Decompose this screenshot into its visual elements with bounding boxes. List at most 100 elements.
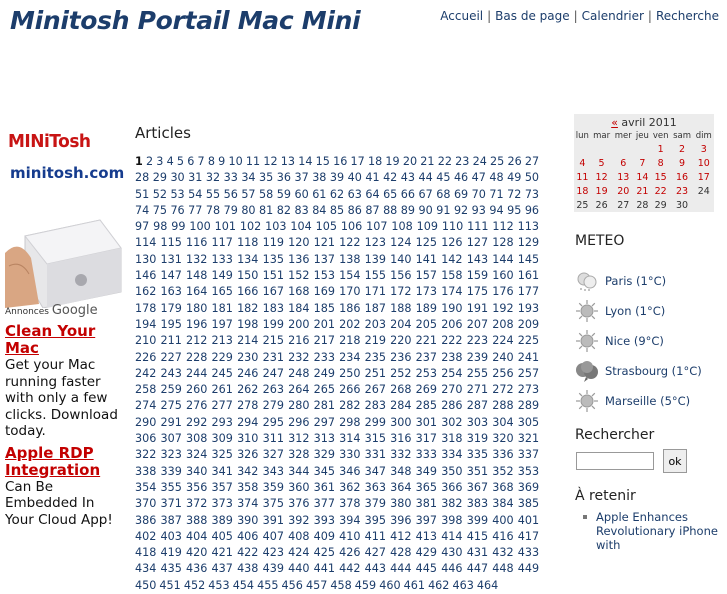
- page-link[interactable]: 83: [294, 204, 308, 217]
- page-link[interactable]: 232: [288, 351, 309, 364]
- page-link[interactable]: 84: [312, 204, 326, 217]
- page-link[interactable]: 450: [135, 579, 156, 592]
- page-link[interactable]: 69: [454, 188, 468, 201]
- page-link[interactable]: 419: [161, 546, 182, 559]
- page-link[interactable]: 445: [416, 562, 437, 575]
- page-link[interactable]: 369: [518, 481, 539, 494]
- meteo-item[interactable]: Nice (9°C): [575, 326, 725, 356]
- page-link[interactable]: 2: [146, 155, 153, 168]
- page-link[interactable]: 238: [441, 351, 462, 364]
- page-link[interactable]: 88: [383, 204, 397, 217]
- page-link[interactable]: 327: [263, 448, 284, 461]
- page-link[interactable]: 456: [282, 579, 303, 592]
- page-link[interactable]: 71: [489, 188, 503, 201]
- page-link[interactable]: 437: [212, 562, 233, 575]
- page-link[interactable]: 301: [416, 416, 437, 429]
- page-link[interactable]: 410: [339, 530, 360, 543]
- page-link[interactable]: 324: [186, 448, 207, 461]
- page-link[interactable]: 265: [314, 383, 335, 396]
- page-link[interactable]: 190: [441, 302, 462, 315]
- page-link[interactable]: 329: [314, 448, 335, 461]
- page-link[interactable]: 111: [467, 220, 488, 233]
- page-link[interactable]: 203: [365, 318, 386, 331]
- page-link[interactable]: 397: [416, 514, 437, 527]
- page-link[interactable]: 35: [259, 171, 273, 184]
- page-link[interactable]: 242: [135, 367, 156, 380]
- calendar-day[interactable]: 18: [574, 184, 591, 198]
- calendar-day[interactable]: 7: [634, 156, 651, 170]
- ads-label[interactable]: Annonces Google: [5, 303, 123, 318]
- page-link[interactable]: 34: [241, 171, 255, 184]
- page-link[interactable]: 333: [416, 448, 437, 461]
- page-link[interactable]: 60: [294, 188, 308, 201]
- page-link[interactable]: 78: [206, 204, 220, 217]
- page-link[interactable]: 223: [467, 334, 488, 347]
- page-link[interactable]: 119: [263, 236, 284, 249]
- page-link[interactable]: 42: [383, 171, 397, 184]
- page-link[interactable]: 276: [186, 399, 207, 412]
- page-link[interactable]: 40: [348, 171, 362, 184]
- page-link[interactable]: 335: [467, 448, 488, 461]
- page-link[interactable]: 244: [186, 367, 207, 380]
- page-link[interactable]: 208: [492, 318, 513, 331]
- page-link[interactable]: 338: [135, 465, 156, 478]
- page-link[interactable]: 373: [212, 497, 233, 510]
- page-link[interactable]: 50: [525, 171, 539, 184]
- page-link[interactable]: 350: [441, 465, 462, 478]
- page-link[interactable]: 368: [492, 481, 513, 494]
- page-link[interactable]: 184: [288, 302, 309, 315]
- calendar-day[interactable]: 19: [591, 184, 613, 198]
- page-link[interactable]: 76: [170, 204, 184, 217]
- page-link[interactable]: 120: [288, 236, 309, 249]
- page-link[interactable]: 307: [161, 432, 182, 445]
- page-link[interactable]: 23: [455, 155, 469, 168]
- page-link[interactable]: 330: [339, 448, 360, 461]
- page-link[interactable]: 340: [186, 465, 207, 478]
- page-link[interactable]: 266: [339, 383, 360, 396]
- page-link[interactable]: 282: [339, 399, 360, 412]
- page-link[interactable]: 390: [237, 514, 258, 527]
- calendar-day[interactable]: 17: [694, 170, 715, 184]
- page-link[interactable]: 206: [441, 318, 462, 331]
- page-link[interactable]: 179: [161, 302, 182, 315]
- page-link[interactable]: 67: [419, 188, 433, 201]
- page-link[interactable]: 436: [186, 562, 207, 575]
- page-link[interactable]: 31: [188, 171, 202, 184]
- page-link[interactable]: 287: [467, 399, 488, 412]
- page-link[interactable]: 258: [135, 383, 156, 396]
- page-link[interactable]: 370: [135, 497, 156, 510]
- page-link[interactable]: 169: [314, 285, 335, 298]
- page-link[interactable]: 122: [339, 236, 360, 249]
- page-link[interactable]: 290: [135, 416, 156, 429]
- meteo-item[interactable]: Strasbourg (1°C): [575, 356, 725, 386]
- page-link[interactable]: 354: [135, 481, 156, 494]
- page-link[interactable]: 212: [186, 334, 207, 347]
- page-link[interactable]: 420: [186, 546, 207, 559]
- page-link[interactable]: 361: [314, 481, 335, 494]
- page-link[interactable]: 143: [467, 253, 488, 266]
- page-link[interactable]: 57: [241, 188, 255, 201]
- page-link[interactable]: 275: [161, 399, 182, 412]
- page-link[interactable]: 158: [441, 269, 462, 282]
- page-link[interactable]: 394: [339, 514, 360, 527]
- page-link[interactable]: 227: [161, 351, 182, 364]
- page-link[interactable]: 15: [316, 155, 330, 168]
- page-link[interactable]: 264: [288, 383, 309, 396]
- page-link[interactable]: 98: [153, 220, 167, 233]
- page-link[interactable]: 351: [467, 465, 488, 478]
- page-link[interactable]: 443: [365, 562, 386, 575]
- page-link[interactable]: 5: [177, 155, 184, 168]
- page-link[interactable]: 322: [135, 448, 156, 461]
- page-link[interactable]: 45: [436, 171, 450, 184]
- page-link[interactable]: 314: [339, 432, 360, 445]
- page-link[interactable]: 205: [416, 318, 437, 331]
- mac-mini-image[interactable]: [5, 208, 123, 308]
- page-link[interactable]: 27: [525, 155, 539, 168]
- page-link[interactable]: 293: [212, 416, 233, 429]
- page-link[interactable]: 344: [288, 465, 309, 478]
- page-link[interactable]: 177: [518, 285, 539, 298]
- page-link[interactable]: 452: [184, 579, 205, 592]
- page-link[interactable]: 299: [365, 416, 386, 429]
- page-link[interactable]: 113: [518, 220, 539, 233]
- nav-calendrier[interactable]: Calendrier: [582, 9, 644, 23]
